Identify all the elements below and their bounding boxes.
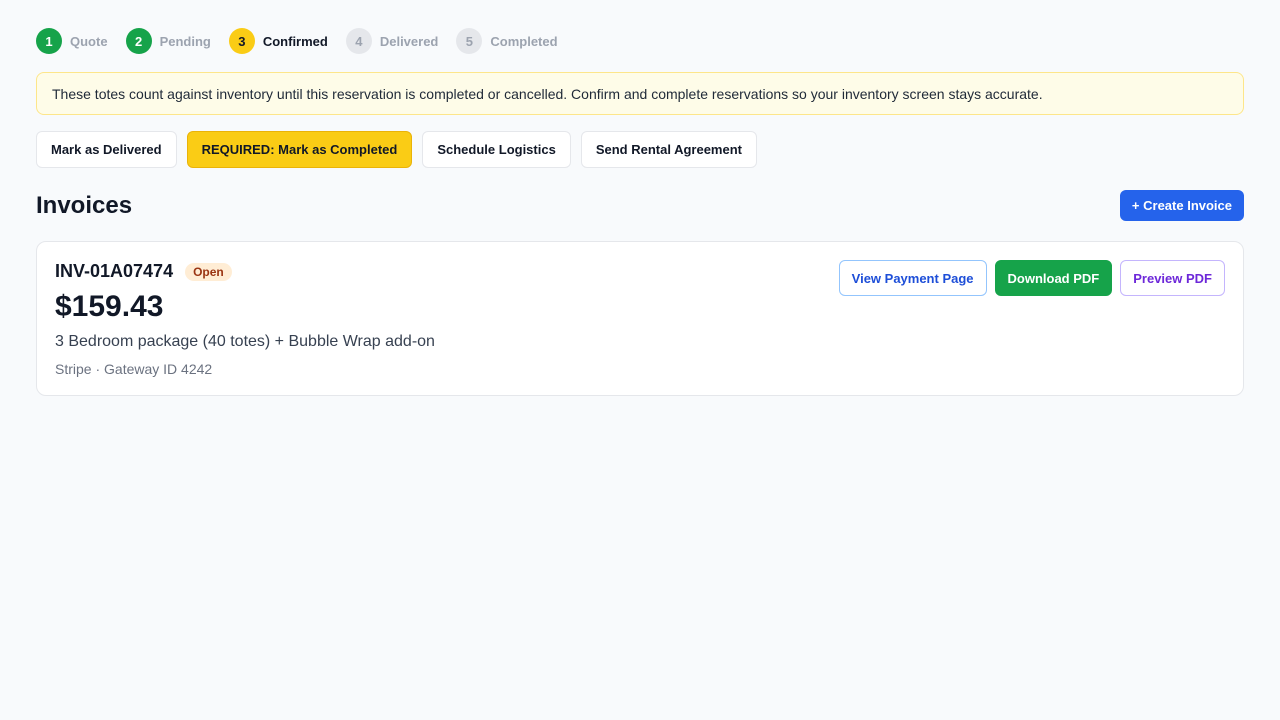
invoice-number: INV-01A07474 <box>55 261 174 281</box>
invoice-amount: $159.43 <box>55 290 164 323</box>
step-delivered: 4 Delivered <box>345 28 439 54</box>
download-pdf-button[interactable]: Download PDF <box>994 260 1113 296</box>
step-completed: 5 Completed <box>456 28 558 54</box>
invoice-description: 3 Bedroom package (40 totes) + Bubble Wr… <box>55 333 435 350</box>
notice-text: These totes count against inventory unti… <box>52 85 1043 102</box>
schedule-logistics-button[interactable]: Schedule Logistics <box>422 131 571 168</box>
step-number: 4 <box>345 28 372 54</box>
step-pending: 2 Pending <box>125 28 211 54</box>
invoices-title: Invoices <box>36 192 133 219</box>
invoice-actions: View Payment Page Download PDF Preview P… <box>831 260 1225 296</box>
inventory-notice: These totes count against inventory unti… <box>36 72 1244 115</box>
step-label: Quote <box>70 33 108 49</box>
step-number: 5 <box>456 28 483 54</box>
step-label: Delivered <box>379 33 439 49</box>
mark-completed-button[interactable]: REQUIRED: Mark as Completed <box>186 131 413 168</box>
step-label: Completed <box>490 33 558 49</box>
view-payment-page-button[interactable]: View Payment Page <box>838 260 987 296</box>
invoice-header: INV-01A07474 Open <box>55 261 232 282</box>
step-number: 2 <box>125 28 152 54</box>
step-quote: 1 Quote <box>36 28 108 54</box>
step-confirmed: 3 Confirmed <box>228 28 328 54</box>
status-stepper: 1 Quote 2 Pending 3 Confirmed 4 Delivere… <box>36 28 576 54</box>
step-label: Pending <box>159 33 211 49</box>
preview-pdf-button[interactable]: Preview PDF <box>1120 260 1225 296</box>
status-badge: Open <box>185 262 232 281</box>
mark-delivered-button[interactable]: Mark as Delivered <box>36 131 177 168</box>
step-number: 1 <box>36 28 62 54</box>
step-number: 3 <box>228 28 255 54</box>
create-invoice-button[interactable]: + Create Invoice <box>1119 190 1244 221</box>
step-label: Confirmed <box>262 33 328 49</box>
invoice-card: INV-01A07474 Open $159.43 3 Bedroom pack… <box>36 241 1244 396</box>
invoice-gateway: Stripe · Gateway ID 4242 <box>55 361 213 377</box>
send-rental-agreement-button[interactable]: Send Rental Agreement <box>580 131 757 168</box>
reservation-actions: Mark as Delivered REQUIRED: Mark as Comp… <box>36 131 767 168</box>
